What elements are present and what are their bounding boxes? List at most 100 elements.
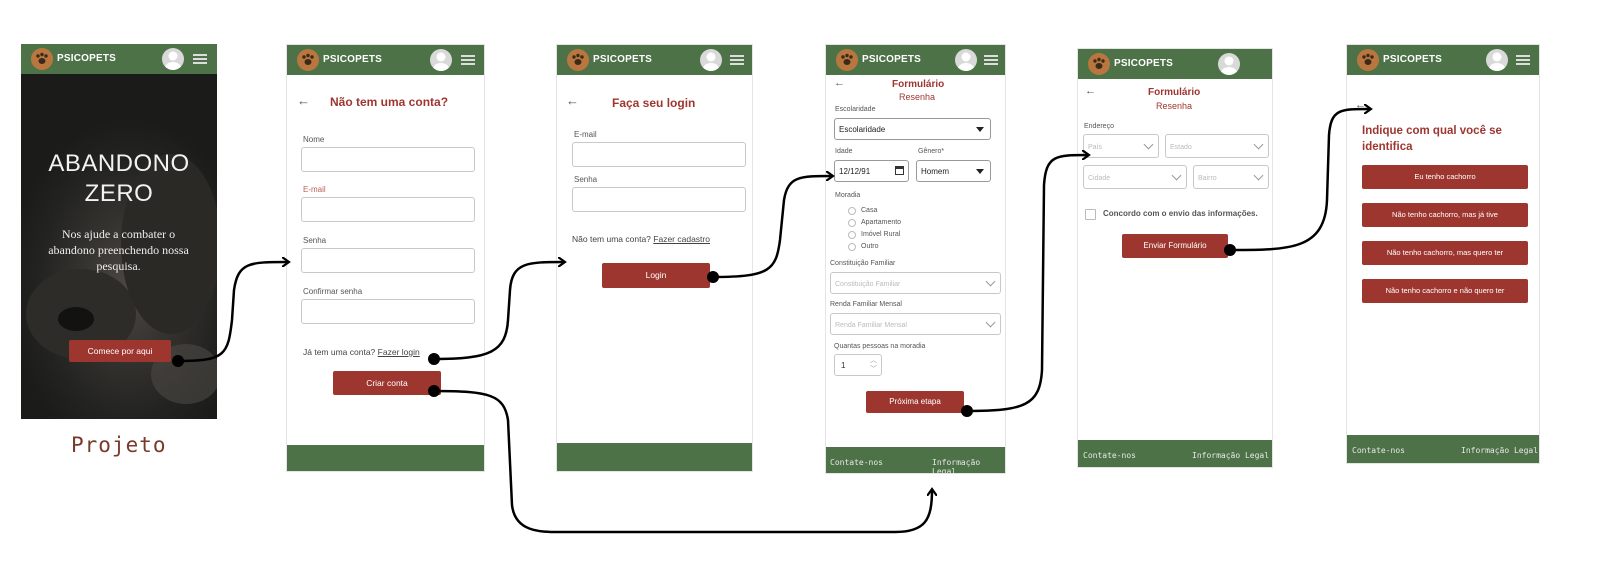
hamburger-menu-icon[interactable] bbox=[1516, 55, 1530, 65]
people-label: Quantas pessoas na moradia bbox=[834, 343, 926, 350]
hero-image: ABANDONO ZERO Nos ajude a combater o aba… bbox=[21, 74, 217, 419]
people-stepper[interactable]: 1 ︿ ﹀ bbox=[834, 354, 882, 376]
housing-radio-apartamento[interactable] bbox=[848, 219, 856, 227]
contact-link[interactable]: Contate-nos bbox=[1083, 451, 1136, 460]
option-wants-dog-button[interactable]: Não tenho cachorro, mas quero ter bbox=[1362, 241, 1528, 265]
page-title: Não tem uma conta? bbox=[330, 95, 449, 109]
state-select[interactable]: Estado bbox=[1165, 134, 1269, 158]
back-arrow-icon[interactable]: ← bbox=[297, 93, 310, 108]
footer: Contate-nos Informação Legal bbox=[1078, 440, 1272, 467]
screen-form-step2: PSICOPETS ← Formulário Resenha Endereço … bbox=[1077, 48, 1273, 468]
education-label: Escolaridade bbox=[835, 106, 876, 113]
submit-form-button[interactable]: Enviar Formulário bbox=[1122, 234, 1228, 258]
brand-name: PSICOPETS bbox=[1383, 54, 1443, 65]
email-field[interactable] bbox=[572, 142, 746, 167]
avatar-icon[interactable] bbox=[430, 49, 452, 71]
district-placeholder: Bairro bbox=[1198, 175, 1217, 182]
option-had-dog-button[interactable]: Não tenho cachorro, mas já tive bbox=[1362, 203, 1528, 227]
income-placeholder: Renda Familiar Mensal bbox=[835, 322, 907, 329]
calendar-icon[interactable] bbox=[895, 166, 904, 175]
chevron-down-icon bbox=[1143, 139, 1154, 150]
city-select[interactable]: Cidade bbox=[1083, 165, 1187, 189]
housing-radio-rural[interactable] bbox=[848, 231, 856, 239]
brand-name: PSICOPETS bbox=[593, 54, 653, 65]
paw-icon bbox=[836, 49, 858, 71]
avatar-icon[interactable] bbox=[162, 48, 184, 70]
footer: Contate-nos Informação Legal bbox=[826, 447, 1005, 473]
form-subtitle: Resenha bbox=[1156, 101, 1193, 111]
paw-icon bbox=[1088, 53, 1110, 75]
education-select[interactable]: Escolaridade bbox=[834, 118, 991, 140]
page-title: Faça seu login bbox=[612, 96, 696, 110]
contact-link[interactable]: Contate-nos bbox=[1352, 446, 1405, 455]
family-label: Constituição Familiar bbox=[830, 260, 896, 267]
legal-link[interactable]: Informação Legal bbox=[1192, 451, 1269, 460]
option-no-dog-button[interactable]: Não tenho cachorro e não quero ter bbox=[1362, 279, 1528, 303]
back-arrow-icon[interactable]: ← bbox=[1355, 99, 1366, 111]
housing-radio-outro[interactable] bbox=[848, 243, 856, 251]
start-button[interactable]: Comece por aqui bbox=[69, 340, 171, 362]
back-arrow-icon[interactable]: ← bbox=[1085, 85, 1096, 97]
email-field[interactable] bbox=[301, 197, 475, 222]
password-label: Senha bbox=[303, 236, 327, 245]
income-select[interactable]: Renda Familiar Mensal bbox=[830, 313, 1001, 335]
agree-checkbox[interactable] bbox=[1085, 209, 1096, 220]
email-label: E-mail bbox=[303, 185, 326, 194]
app-header: PSICOPETS bbox=[21, 44, 217, 74]
name-label: Nome bbox=[303, 135, 325, 144]
hamburger-menu-icon[interactable] bbox=[984, 55, 998, 65]
login-prompt-text: Já tem uma conta? bbox=[303, 347, 376, 357]
screen-signup: PSICOPETS ← Não tem uma conta? Nome E-ma… bbox=[286, 44, 485, 472]
screen-landing: PSICOPETS ABANDONO ZERO Nos ajude a comb… bbox=[21, 44, 217, 474]
back-arrow-icon[interactable]: ← bbox=[566, 93, 579, 108]
avatar-icon[interactable] bbox=[955, 49, 977, 71]
footer bbox=[287, 445, 484, 471]
legal-link[interactable]: Informação Legal bbox=[1461, 446, 1538, 455]
option-has-dog-button[interactable]: Eu tenho cachorro bbox=[1362, 165, 1528, 189]
hero-title-line2: ZERO bbox=[84, 180, 154, 207]
screen-form-step1: PSICOPETS ← Formulário Resenha Escolarid… bbox=[825, 44, 1006, 474]
confirm-password-field[interactable] bbox=[301, 299, 475, 324]
hamburger-menu-icon[interactable] bbox=[730, 55, 744, 65]
signup-prompt: Não tem uma conta? Fazer cadastro bbox=[572, 234, 710, 244]
spinner-arrows-icon[interactable]: ︿ ﹀ bbox=[870, 356, 877, 374]
country-select[interactable]: País bbox=[1083, 134, 1159, 158]
password-field[interactable] bbox=[572, 187, 746, 212]
back-arrow-icon[interactable]: ← bbox=[834, 77, 845, 89]
signup-prompt-text: Não tem uma conta? bbox=[572, 234, 651, 244]
state-placeholder: Estado bbox=[1170, 144, 1192, 151]
legal-link[interactable]: Informação Legal bbox=[932, 458, 1005, 473]
create-account-button[interactable]: Criar conta bbox=[333, 371, 441, 395]
app-header: PSICOPETS bbox=[557, 45, 752, 75]
avatar-icon[interactable] bbox=[700, 49, 722, 71]
footer bbox=[557, 443, 752, 471]
name-field[interactable] bbox=[301, 147, 475, 172]
login-button[interactable]: Login bbox=[602, 263, 710, 288]
housing-option-label: Outro bbox=[861, 243, 879, 250]
avatar-icon[interactable] bbox=[1486, 49, 1508, 71]
brand-name: PSICOPETS bbox=[1114, 58, 1174, 69]
screen-login: PSICOPETS ← Faça seu login E-mail Senha … bbox=[556, 44, 753, 472]
login-link[interactable]: Fazer login bbox=[378, 347, 420, 357]
gender-select[interactable]: Homem bbox=[916, 160, 991, 182]
chevron-down-icon bbox=[985, 317, 996, 328]
password-field[interactable] bbox=[301, 248, 475, 273]
city-placeholder: Cidade bbox=[1088, 175, 1111, 182]
signup-link[interactable]: Fazer cadastro bbox=[653, 234, 710, 244]
login-prompt: Já tem uma conta? Fazer login bbox=[303, 347, 420, 357]
hamburger-menu-icon[interactable] bbox=[461, 55, 475, 65]
family-select[interactable]: Constituição Familiar bbox=[830, 272, 1001, 294]
housing-radio-casa[interactable] bbox=[848, 207, 856, 215]
avatar-icon[interactable] bbox=[1218, 53, 1240, 75]
app-header: PSICOPETS bbox=[826, 45, 1005, 75]
contact-link[interactable]: Contate-nos bbox=[830, 458, 883, 467]
housing-option-label: Apartamento bbox=[861, 219, 902, 226]
hamburger-menu-icon[interactable] bbox=[193, 54, 207, 64]
paw-icon bbox=[31, 48, 53, 70]
district-select[interactable]: Bairro bbox=[1193, 165, 1269, 189]
family-placeholder: Constituição Familiar bbox=[835, 281, 901, 288]
next-step-button[interactable]: Próxima etapa bbox=[866, 391, 964, 413]
age-date-field[interactable]: 12/12/91 bbox=[834, 160, 909, 182]
age-label: Idade bbox=[835, 148, 853, 155]
paw-icon bbox=[567, 49, 589, 71]
